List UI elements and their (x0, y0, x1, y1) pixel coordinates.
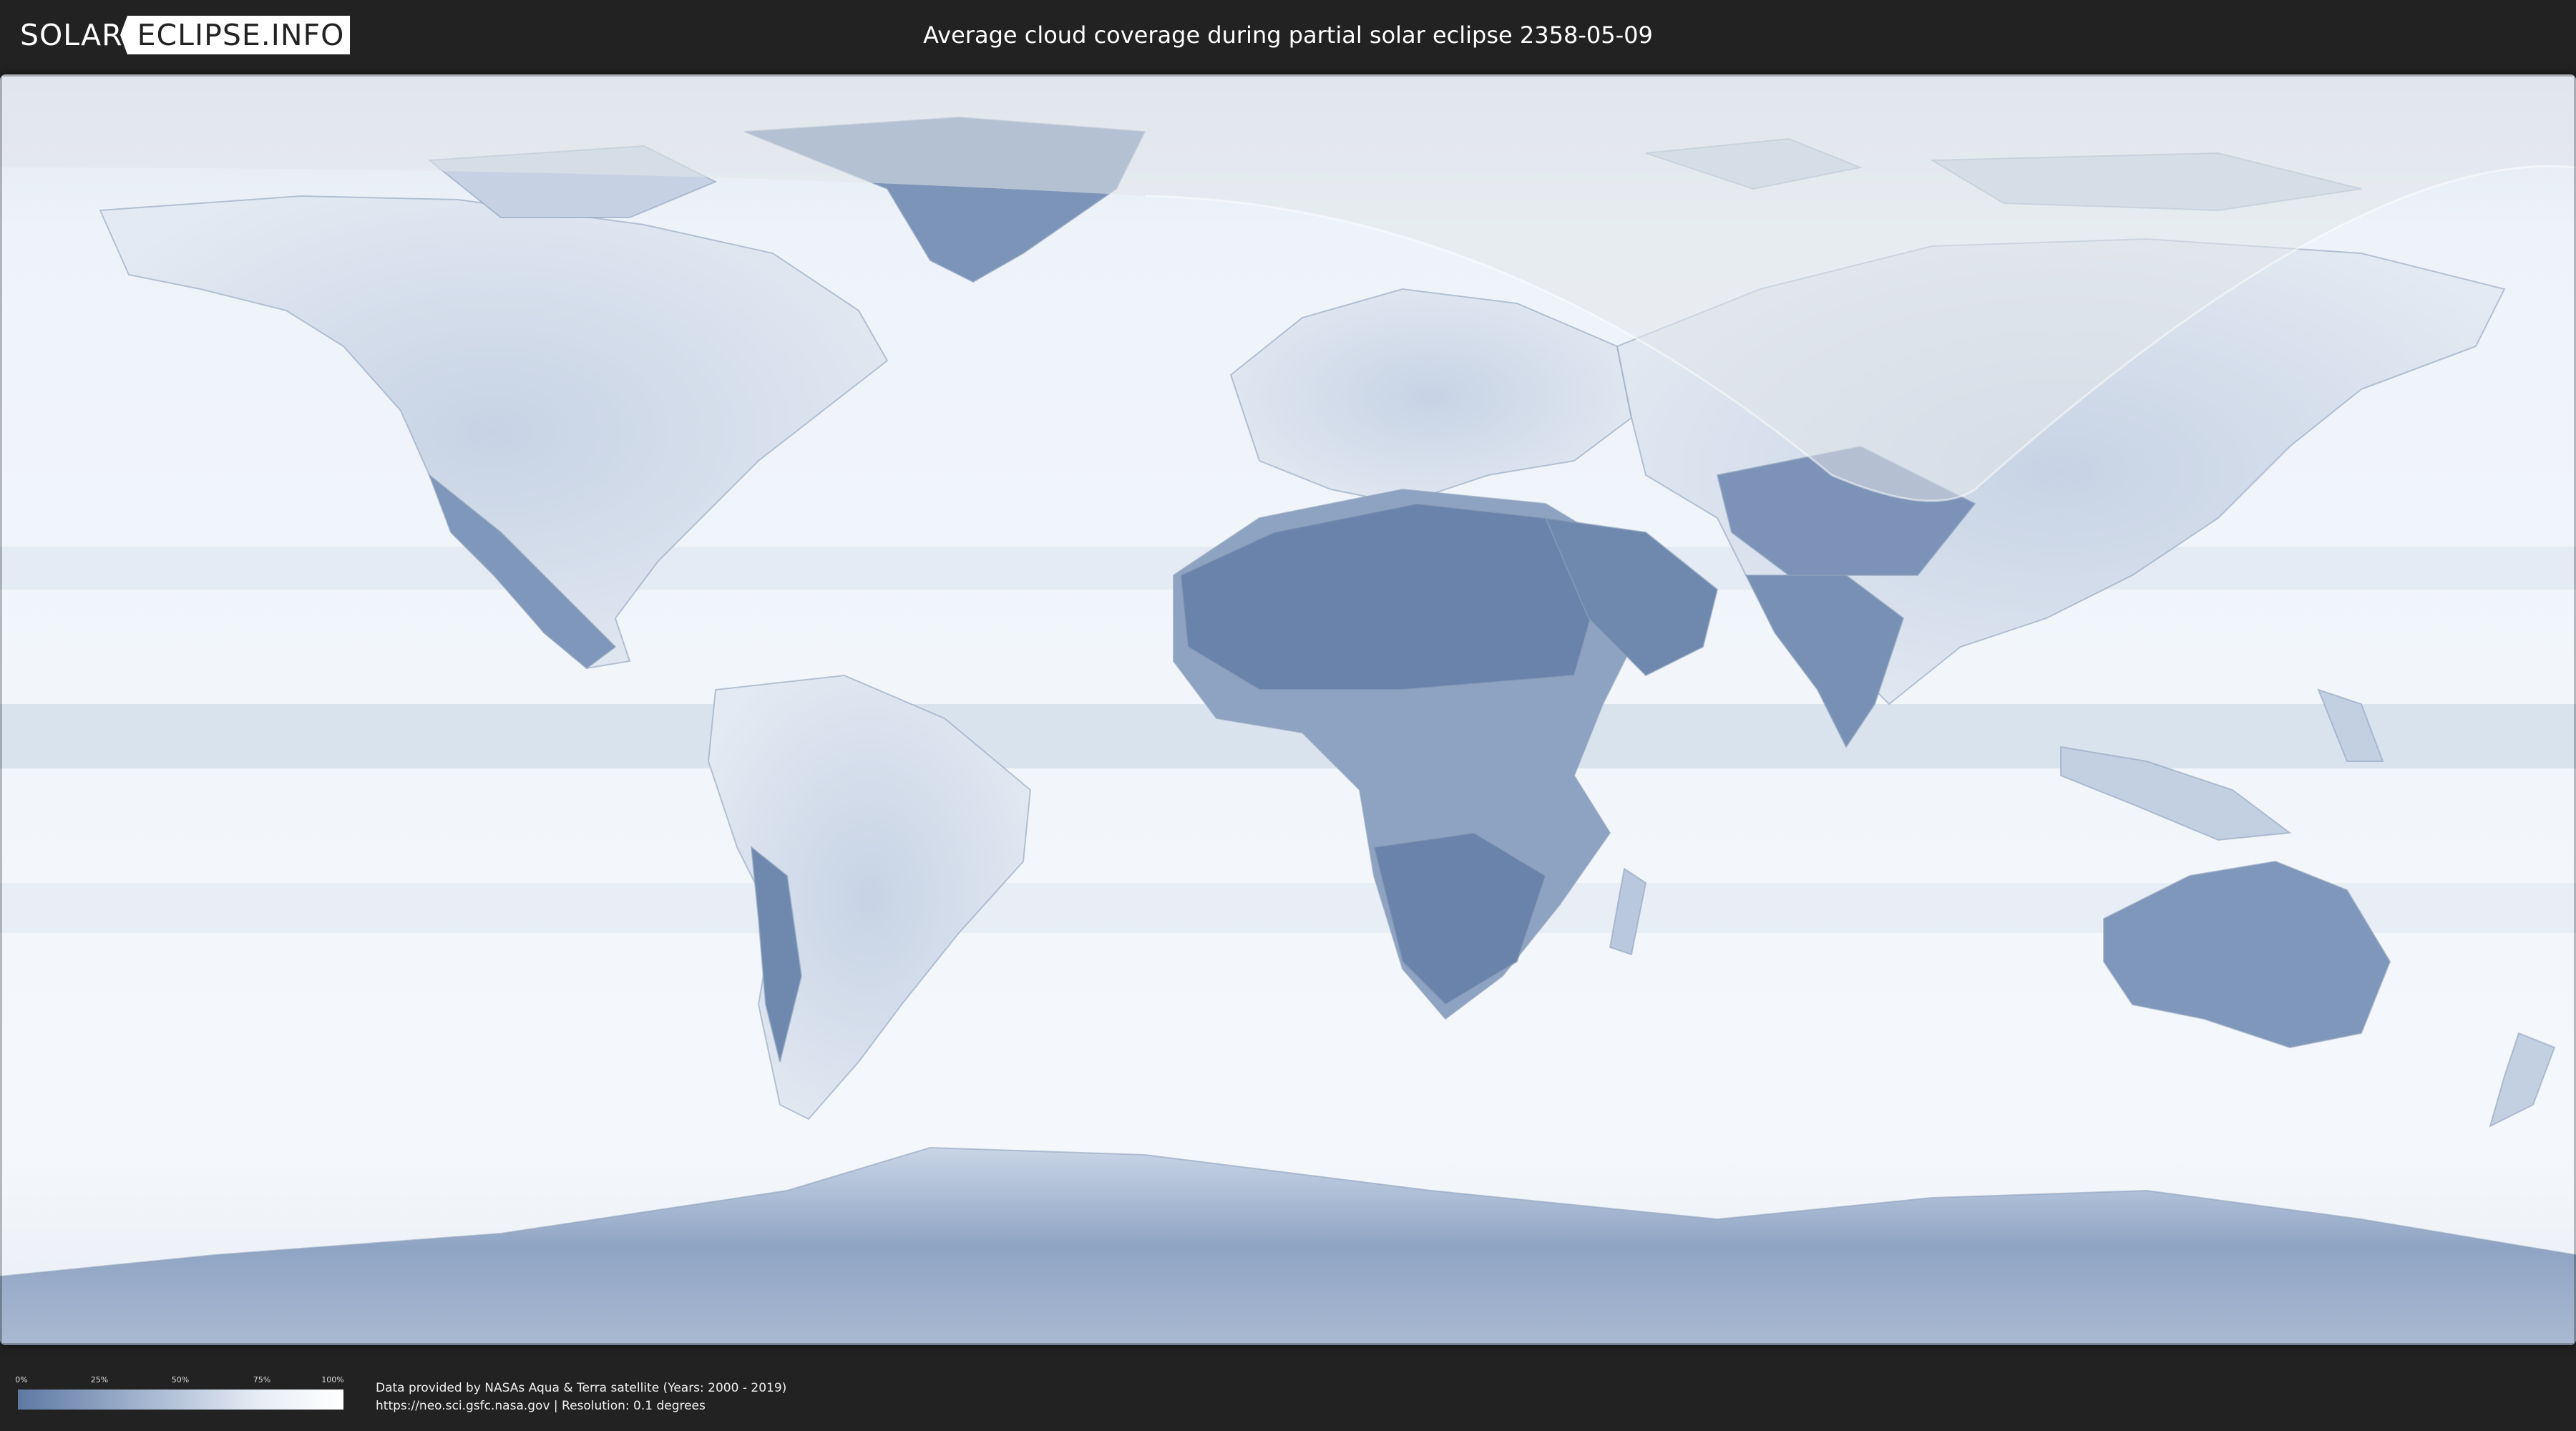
legend-tick-100: 100% (321, 1375, 344, 1384)
cloud-coverage-map[interactable] (0, 74, 2576, 1345)
legend-tick-75: 75% (253, 1375, 271, 1384)
data-credits: Data provided by NASAs Aqua & Terra sate… (376, 1379, 786, 1415)
world-map-svg (0, 74, 2576, 1345)
cloud-coverage-legend: 0% 25% 50% 75% 100% (15, 1375, 344, 1415)
page-title: Average cloud coverage during partial so… (923, 21, 1653, 49)
legend-gradient-bar (18, 1390, 343, 1410)
legend-tick-50: 50% (171, 1375, 190, 1384)
legend-tick-25: 25% (90, 1375, 109, 1384)
header-bar: SOLAR ECLIPSE.INFO Average cloud coverag… (0, 0, 2576, 72)
credits-line-2[interactable]: https://neo.sci.gsfc.nasa.gov | Resoluti… (376, 1397, 786, 1415)
legend-tick-0: 0% (15, 1375, 28, 1384)
legend-ticks: 0% 25% 50% 75% 100% (15, 1375, 344, 1385)
credits-line-1: Data provided by NASAs Aqua & Terra sate… (376, 1381, 787, 1395)
